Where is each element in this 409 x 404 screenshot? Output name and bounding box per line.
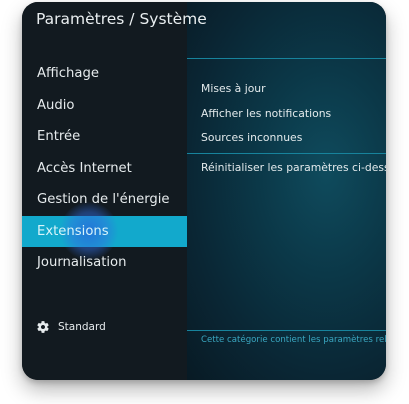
settings-divider: [187, 152, 386, 154]
nav-item-input[interactable]: Entrée: [22, 121, 187, 153]
nav-item-label: Accès Internet: [37, 160, 132, 176]
gear-icon: [37, 321, 49, 333]
setting-reset-above[interactable]: Réinitialiser les paramètres ci-dessus: [187, 156, 386, 181]
nav-item-label: Entrée: [37, 129, 81, 144]
nav-item-display[interactable]: Affichage: [22, 58, 187, 90]
nav-item-label: Journalisation: [37, 255, 127, 270]
nav-item-label: Extensions: [37, 223, 109, 239]
setting-show-notifications[interactable]: Afficher les notifications: [187, 102, 386, 127]
nav-item-internet-access[interactable]: Accès Internet: [22, 153, 187, 185]
nav-item-logging[interactable]: Journalisation: [22, 247, 187, 279]
window-title: Paramètres / Système: [36, 10, 207, 28]
settings-list: Mises à jour Afficher les notifications …: [187, 77, 386, 180]
stage: Mises à jour Afficher les notifications …: [0, 0, 409, 404]
nav-item-label: Affichage: [37, 66, 99, 81]
settings-window: Mises à jour Afficher les notifications …: [22, 2, 386, 380]
category-description: Cette catégorie contient les paramètres …: [201, 335, 386, 345]
panel-footer-divider: [187, 330, 386, 331]
settings-level-label: Standard: [58, 321, 106, 333]
nav-item-label: Gestion de l'énergie: [37, 192, 170, 207]
settings-panel: Mises à jour Afficher les notifications …: [187, 2, 386, 380]
setting-updates[interactable]: Mises à jour: [187, 77, 386, 102]
setting-unknown-sources[interactable]: Sources inconnues: [187, 126, 386, 151]
category-nav: Affichage Audio Entrée Accès Internet Ge…: [22, 58, 187, 279]
settings-level-button[interactable]: Standard: [36, 318, 106, 336]
nav-item-audio[interactable]: Audio: [22, 90, 187, 122]
nav-item-label: Audio: [37, 97, 75, 113]
nav-item-addons[interactable]: Extensions: [22, 202, 187, 261]
panel-top-divider: [187, 58, 386, 59]
nav-item-power-saving[interactable]: Gestion de l'énergie: [22, 184, 187, 216]
